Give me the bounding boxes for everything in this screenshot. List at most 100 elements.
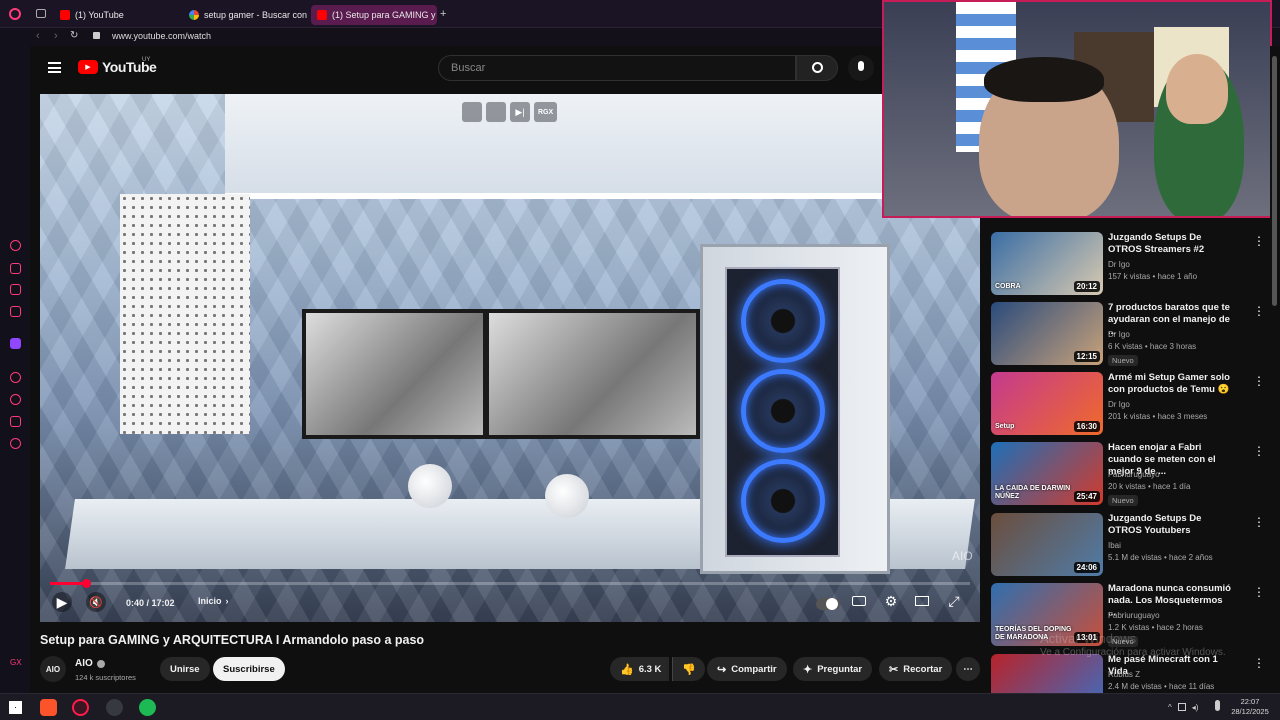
video-player[interactable]: AIO ▶| RGX	[40, 94, 980, 622]
page-scrollbar[interactable]	[1270, 46, 1280, 693]
new-tab-button[interactable]: +	[440, 8, 446, 20]
sidebar-history-icon[interactable]	[10, 394, 21, 405]
more-options-icon[interactable]: ⋮	[1253, 515, 1265, 529]
opera-logo-icon[interactable]	[9, 8, 21, 20]
recommendation-item[interactable]: COBRA 20:12 Juzgando Setups De OTROS Strea…	[991, 232, 1265, 298]
subscribe-label: Suscribirse	[223, 663, 275, 675]
more-options-icon[interactable]: ⋮	[1253, 444, 1265, 458]
chevron-up-icon: ^	[1168, 703, 1172, 712]
clip-button[interactable]: ✂ Recortar	[879, 657, 953, 681]
next-track-icon[interactable]: ▶|	[510, 102, 530, 122]
autoplay-toggle[interactable]	[816, 598, 840, 610]
recommendation-title[interactable]: Armé mi Setup Gamer solo con productos d…	[1108, 372, 1233, 396]
watermark-line2: Ve a Configuración para activar Windows.	[1040, 647, 1226, 658]
sidebar-crypto-wallet-icon[interactable]	[10, 263, 21, 274]
rgx-badge[interactable]: RGX	[534, 102, 558, 122]
search-button[interactable]	[796, 55, 838, 81]
sidebar-twitch-icon[interactable]	[10, 338, 21, 349]
sidebar-mail-icon[interactable]	[10, 306, 21, 317]
recommendations-list: COBRA 20:12 Juzgando Setups De OTROS Strea…	[985, 222, 1268, 717]
video-thumbnail[interactable]: Setup 16:30	[991, 372, 1103, 435]
settings-button[interactable]: ⚙	[882, 592, 900, 610]
recommendation-channel[interactable]: Dr Igo	[1108, 260, 1130, 269]
share-label: Compartir	[731, 663, 777, 675]
detach-icon[interactable]	[486, 102, 506, 122]
sidebar-aria-icon[interactable]	[10, 240, 21, 251]
pip-icon[interactable]	[462, 102, 482, 122]
recommendation-meta: 157 k vistas • hace 1 año	[1108, 272, 1198, 281]
discord-icon[interactable]	[106, 699, 123, 716]
sidebar-gx-icon[interactable]: GX	[10, 658, 22, 667]
recommendation-item[interactable]: LA CAIDA DE DARWIN NÚÑEZ 25:47 Hacen enoja…	[991, 442, 1265, 508]
theater-mode-button[interactable]	[913, 592, 931, 610]
tab-current-video[interactable]: (1) Setup para GAMING y A	[311, 5, 437, 25]
thumbnail-caption: Setup	[995, 423, 1015, 430]
fullscreen-button[interactable]: ⤢	[945, 592, 963, 610]
recommendation-title[interactable]: Juzgando Setups De OTROS Youtubers	[1108, 513, 1233, 537]
video-thumbnail[interactable]: COBRA 20:12	[991, 232, 1103, 295]
scrollbar-thumb[interactable]	[1272, 56, 1277, 306]
sidebar-extensions-icon[interactable]	[10, 416, 21, 427]
play-button[interactable]: ▶	[52, 592, 72, 612]
sidebar-settings-icon[interactable]	[10, 438, 21, 449]
video-thumbnail[interactable]: LA CAIDA DE DARWIN NÚÑEZ 25:47	[991, 442, 1103, 505]
brave-browser-icon[interactable]	[40, 699, 57, 716]
recommendation-channel[interactable]: Dr Igo	[1108, 400, 1130, 409]
sidebar-messenger-icon[interactable]	[10, 284, 21, 295]
dislike-button[interactable]: 👎	[672, 657, 705, 681]
menu-icon[interactable]	[48, 62, 61, 73]
spotify-icon[interactable]	[139, 699, 156, 716]
more-options-icon[interactable]: ⋮	[1253, 585, 1265, 599]
reload-icon[interactable]: ↻	[70, 30, 78, 41]
microphone-tray-icon[interactable]	[1215, 700, 1220, 711]
more-actions-button[interactable]: ⋯	[956, 657, 980, 681]
like-button[interactable]: 👍 6.3 K	[610, 657, 670, 681]
search-input[interactable]: Buscar	[438, 55, 796, 81]
channel-avatar[interactable]: AIO	[40, 656, 66, 682]
progress-scrubber[interactable]	[82, 579, 91, 588]
recommendation-item[interactable]: Setup 16:30 Armé mi Setup Gamer solo con p…	[991, 372, 1265, 438]
video-frame-pegboard	[120, 194, 250, 434]
tab-manager-icon[interactable]	[36, 9, 46, 18]
join-button[interactable]: Unirse	[160, 657, 210, 681]
windows-start-icon[interactable]	[9, 701, 22, 714]
opera-gx-icon[interactable]	[72, 699, 89, 716]
recommendation-channel[interactable]: Fabriuruguayo	[1108, 611, 1160, 620]
google-favicon-icon	[189, 10, 199, 20]
recommendation-item[interactable]: 12:15 7 productos baratos que te ayudaran…	[991, 302, 1265, 368]
sidebar-player-icon[interactable]	[10, 372, 21, 383]
ask-button[interactable]: ✦ Preguntar	[793, 657, 873, 681]
recommendation-meta: 2.4 M de vistas • hace 11 días	[1108, 682, 1215, 691]
back-icon[interactable]: ‹	[36, 30, 40, 42]
player-controls: ▶ 🔇 0:40 / 17:02 Inicio › ⚙ ⤢	[40, 579, 980, 622]
more-options-icon[interactable]: ⋮	[1253, 234, 1265, 248]
voice-search-button[interactable]	[848, 55, 874, 81]
video-thumbnail[interactable]: 24:06	[991, 513, 1103, 576]
progress-bar[interactable]	[50, 579, 970, 588]
mute-button[interactable]: 🔇	[86, 592, 106, 612]
more-options-icon[interactable]: ⋮	[1253, 304, 1265, 318]
subtitles-button[interactable]	[850, 592, 868, 610]
video-frame-monitor-right	[485, 309, 700, 439]
share-button[interactable]: ↪ Compartir	[707, 657, 787, 681]
recommendation-channel[interactable]: Fabriuruguayo	[1108, 470, 1160, 479]
chapter-button[interactable]: Inicio ›	[198, 596, 229, 606]
tab-google-search[interactable]: setup gamer - Buscar con	[183, 5, 307, 25]
channel-name[interactable]: AIO	[75, 658, 105, 669]
subscribe-button[interactable]: Suscribirse	[213, 657, 285, 681]
more-options-icon[interactable]: ⋮	[1253, 656, 1265, 670]
forward-icon[interactable]: ›	[54, 30, 58, 42]
video-thumbnail[interactable]: 12:15	[991, 302, 1103, 365]
recommendation-channel[interactable]: Rubius Z	[1108, 670, 1140, 679]
recommendation-channel[interactable]: Dr Igo	[1108, 330, 1130, 339]
recommendation-item[interactable]: 24:06 Juzgando Setups De OTROS Youtubers I…	[991, 513, 1265, 579]
tab-youtube[interactable]: (1) YouTube	[54, 5, 180, 25]
tray-icons[interactable]: ^ ◂)	[1168, 703, 1210, 713]
more-options-icon[interactable]: ⋮	[1253, 374, 1265, 388]
recommendation-channel[interactable]: Ibai	[1108, 541, 1121, 550]
recommendation-title[interactable]: Juzgando Setups De OTROS Streamers #2	[1108, 232, 1233, 256]
video-duration: 20:12	[1073, 281, 1100, 292]
taskbar-clock[interactable]: 22:07 28/12/2025	[1228, 697, 1272, 717]
url-field[interactable]: www.youtube.com/watch	[112, 31, 211, 41]
watermark-line1: Activar Windows	[1040, 631, 1137, 646]
